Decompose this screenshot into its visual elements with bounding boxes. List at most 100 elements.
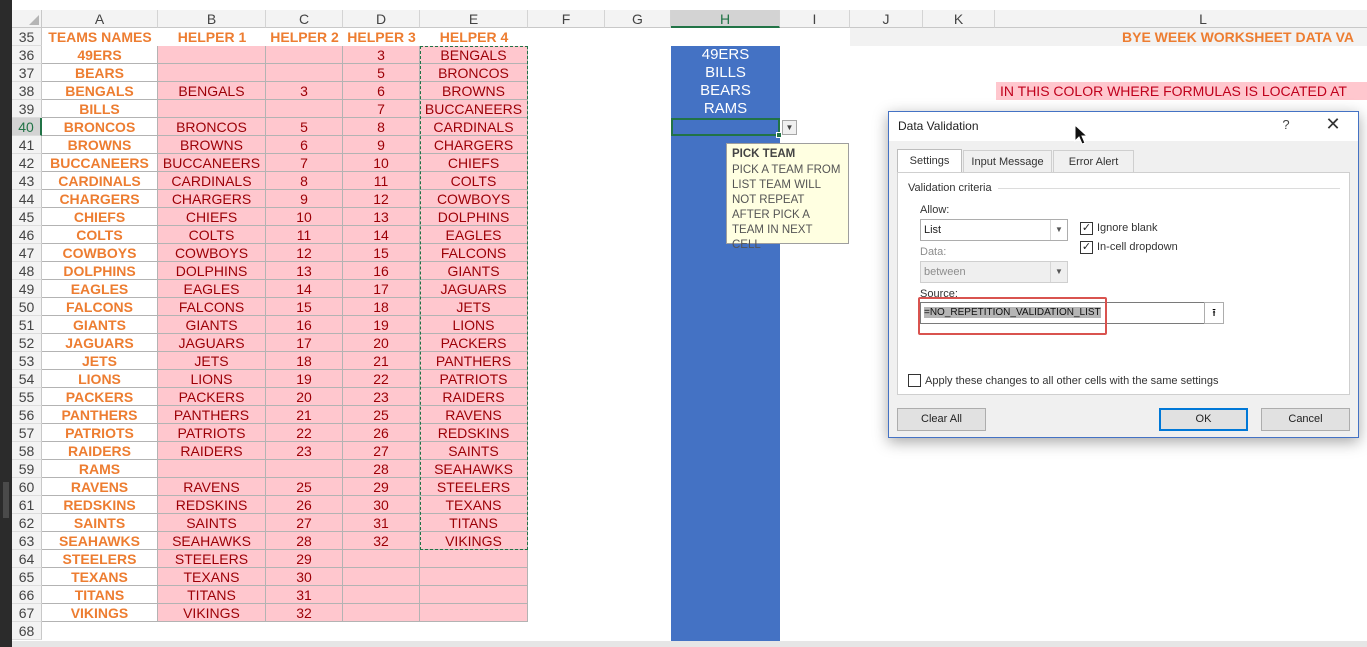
helper3-cell[interactable]: 5 <box>343 64 420 82</box>
helper1-cell[interactable] <box>158 460 266 478</box>
row-header[interactable]: 35 <box>12 28 42 46</box>
helper4-cell[interactable]: FALCONS <box>420 244 528 262</box>
team-name-cell[interactable]: EAGLES <box>42 280 158 298</box>
helper2-cell[interactable] <box>266 64 343 82</box>
in-cell-dropdown-label[interactable]: In-cell dropdown <box>1097 241 1178 253</box>
row-header[interactable]: 51 <box>12 316 42 334</box>
helper2-cell[interactable]: 21 <box>266 406 343 424</box>
helper4-cell[interactable]: STEELERS <box>420 478 528 496</box>
helper1-cell[interactable]: BUCCANEERS <box>158 154 266 172</box>
row-header[interactable]: 37 <box>12 64 42 82</box>
helper3-cell[interactable] <box>343 568 420 586</box>
team-name-cell[interactable]: BUCCANEERS <box>42 154 158 172</box>
helper1-cell[interactable]: CHIEFS <box>158 208 266 226</box>
helper2-cell[interactable]: 16 <box>266 316 343 334</box>
column-title-cell[interactable]: HELPER 2 <box>266 28 343 46</box>
cancel-button[interactable]: Cancel <box>1261 408 1350 431</box>
picked-team-cell[interactable]: 49ERS <box>671 46 780 64</box>
helper3-cell[interactable]: 27 <box>343 442 420 460</box>
helper3-cell[interactable]: 22 <box>343 370 420 388</box>
row-header[interactable]: 40 <box>12 118 42 136</box>
helper2-cell[interactable] <box>266 46 343 64</box>
team-name-cell[interactable]: JETS <box>42 352 158 370</box>
column-header-a[interactable]: A <box>42 10 158 28</box>
helper4-cell[interactable]: PANTHERS <box>420 352 528 370</box>
clear-all-button[interactable]: Clear All <box>897 408 986 431</box>
helper4-cell[interactable]: DOLPHINS <box>420 208 528 226</box>
row-header[interactable]: 60 <box>12 478 42 496</box>
helper3-cell[interactable] <box>343 550 420 568</box>
helper2-cell[interactable]: 13 <box>266 262 343 280</box>
in-cell-dropdown-checkbox[interactable]: ✓ <box>1080 241 1093 254</box>
team-name-cell[interactable]: SAINTS <box>42 514 158 532</box>
row-header[interactable]: 63 <box>12 532 42 550</box>
column-header-e[interactable]: E <box>420 10 528 28</box>
helper4-cell[interactable]: JETS <box>420 298 528 316</box>
helper4-cell[interactable]: COWBOYS <box>420 190 528 208</box>
helper2-cell[interactable]: 31 <box>266 586 343 604</box>
helper1-cell[interactable]: SAINTS <box>158 514 266 532</box>
row-header[interactable]: 62 <box>12 514 42 532</box>
helper1-cell[interactable]: RAVENS <box>158 478 266 496</box>
helper4-cell[interactable]: VIKINGS <box>420 532 528 550</box>
column-header-l[interactable]: L <box>995 10 1367 28</box>
helper2-cell[interactable]: 10 <box>266 208 343 226</box>
helper3-cell[interactable] <box>343 586 420 604</box>
apply-all-checkbox[interactable] <box>908 374 921 387</box>
helper3-cell[interactable]: 25 <box>343 406 420 424</box>
column-header-h[interactable]: H <box>671 10 780 28</box>
helper1-cell[interactable]: LIONS <box>158 370 266 388</box>
picked-team-cell[interactable]: RAMS <box>671 100 780 118</box>
helper1-cell[interactable]: JAGUARS <box>158 334 266 352</box>
team-name-cell[interactable]: BENGALS <box>42 82 158 100</box>
helper4-cell[interactable]: GIANTS <box>420 262 528 280</box>
tab-error-alert[interactable]: Error Alert <box>1053 150 1134 172</box>
helper3-cell[interactable]: 8 <box>343 118 420 136</box>
helper1-cell[interactable]: GIANTS <box>158 316 266 334</box>
row-header[interactable]: 56 <box>12 406 42 424</box>
column-header-i[interactable]: I <box>780 10 850 28</box>
helper1-cell[interactable] <box>158 64 266 82</box>
column-header-b[interactable]: B <box>158 10 266 28</box>
allow-select[interactable]: List ▼ <box>920 219 1068 241</box>
team-name-cell[interactable]: FALCONS <box>42 298 158 316</box>
helper1-cell[interactable]: STEELERS <box>158 550 266 568</box>
row-header[interactable]: 55 <box>12 388 42 406</box>
helper2-cell[interactable]: 20 <box>266 388 343 406</box>
row-header[interactable]: 67 <box>12 604 42 622</box>
tab-settings[interactable]: Settings <box>897 149 962 173</box>
helper4-cell[interactable]: RAVENS <box>420 406 528 424</box>
helper4-cell[interactable]: BRONCOS <box>420 64 528 82</box>
row-header[interactable]: 45 <box>12 208 42 226</box>
helper2-cell[interactable]: 9 <box>266 190 343 208</box>
helper3-cell[interactable]: 6 <box>343 82 420 100</box>
column-title-cell[interactable]: HELPER 1 <box>158 28 266 46</box>
team-name-cell[interactable]: LIONS <box>42 370 158 388</box>
helper3-cell[interactable]: 11 <box>343 172 420 190</box>
team-name-cell[interactable]: BEARS <box>42 64 158 82</box>
helper1-cell[interactable]: PATRIOTS <box>158 424 266 442</box>
helper2-cell[interactable]: 18 <box>266 352 343 370</box>
helper2-cell[interactable]: 19 <box>266 370 343 388</box>
column-header-c[interactable]: C <box>266 10 343 28</box>
helper1-cell[interactable]: FALCONS <box>158 298 266 316</box>
column-header-g[interactable]: G <box>605 10 671 28</box>
picked-team-cell[interactable]: BEARS <box>671 82 780 100</box>
helper4-cell[interactable]: COLTS <box>420 172 528 190</box>
team-name-cell[interactable]: RAVENS <box>42 478 158 496</box>
helper1-cell[interactable]: VIKINGS <box>158 604 266 622</box>
team-name-cell[interactable]: STEELERS <box>42 550 158 568</box>
picked-team-cell[interactable]: BILLS <box>671 64 780 82</box>
team-name-cell[interactable]: CHIEFS <box>42 208 158 226</box>
helper4-cell[interactable]: CARDINALS <box>420 118 528 136</box>
team-name-cell[interactable]: RAMS <box>42 460 158 478</box>
helper2-cell[interactable]: 32 <box>266 604 343 622</box>
team-name-cell[interactable]: CARDINALS <box>42 172 158 190</box>
row-header[interactable]: 46 <box>12 226 42 244</box>
helper2-cell[interactable] <box>266 460 343 478</box>
helper3-cell[interactable]: 23 <box>343 388 420 406</box>
collapse-dialog-icon[interactable]: ⭱ <box>1204 302 1224 324</box>
helper3-cell[interactable]: 16 <box>343 262 420 280</box>
column-header-j[interactable]: J <box>850 10 923 28</box>
column-header-d[interactable]: D <box>343 10 420 28</box>
